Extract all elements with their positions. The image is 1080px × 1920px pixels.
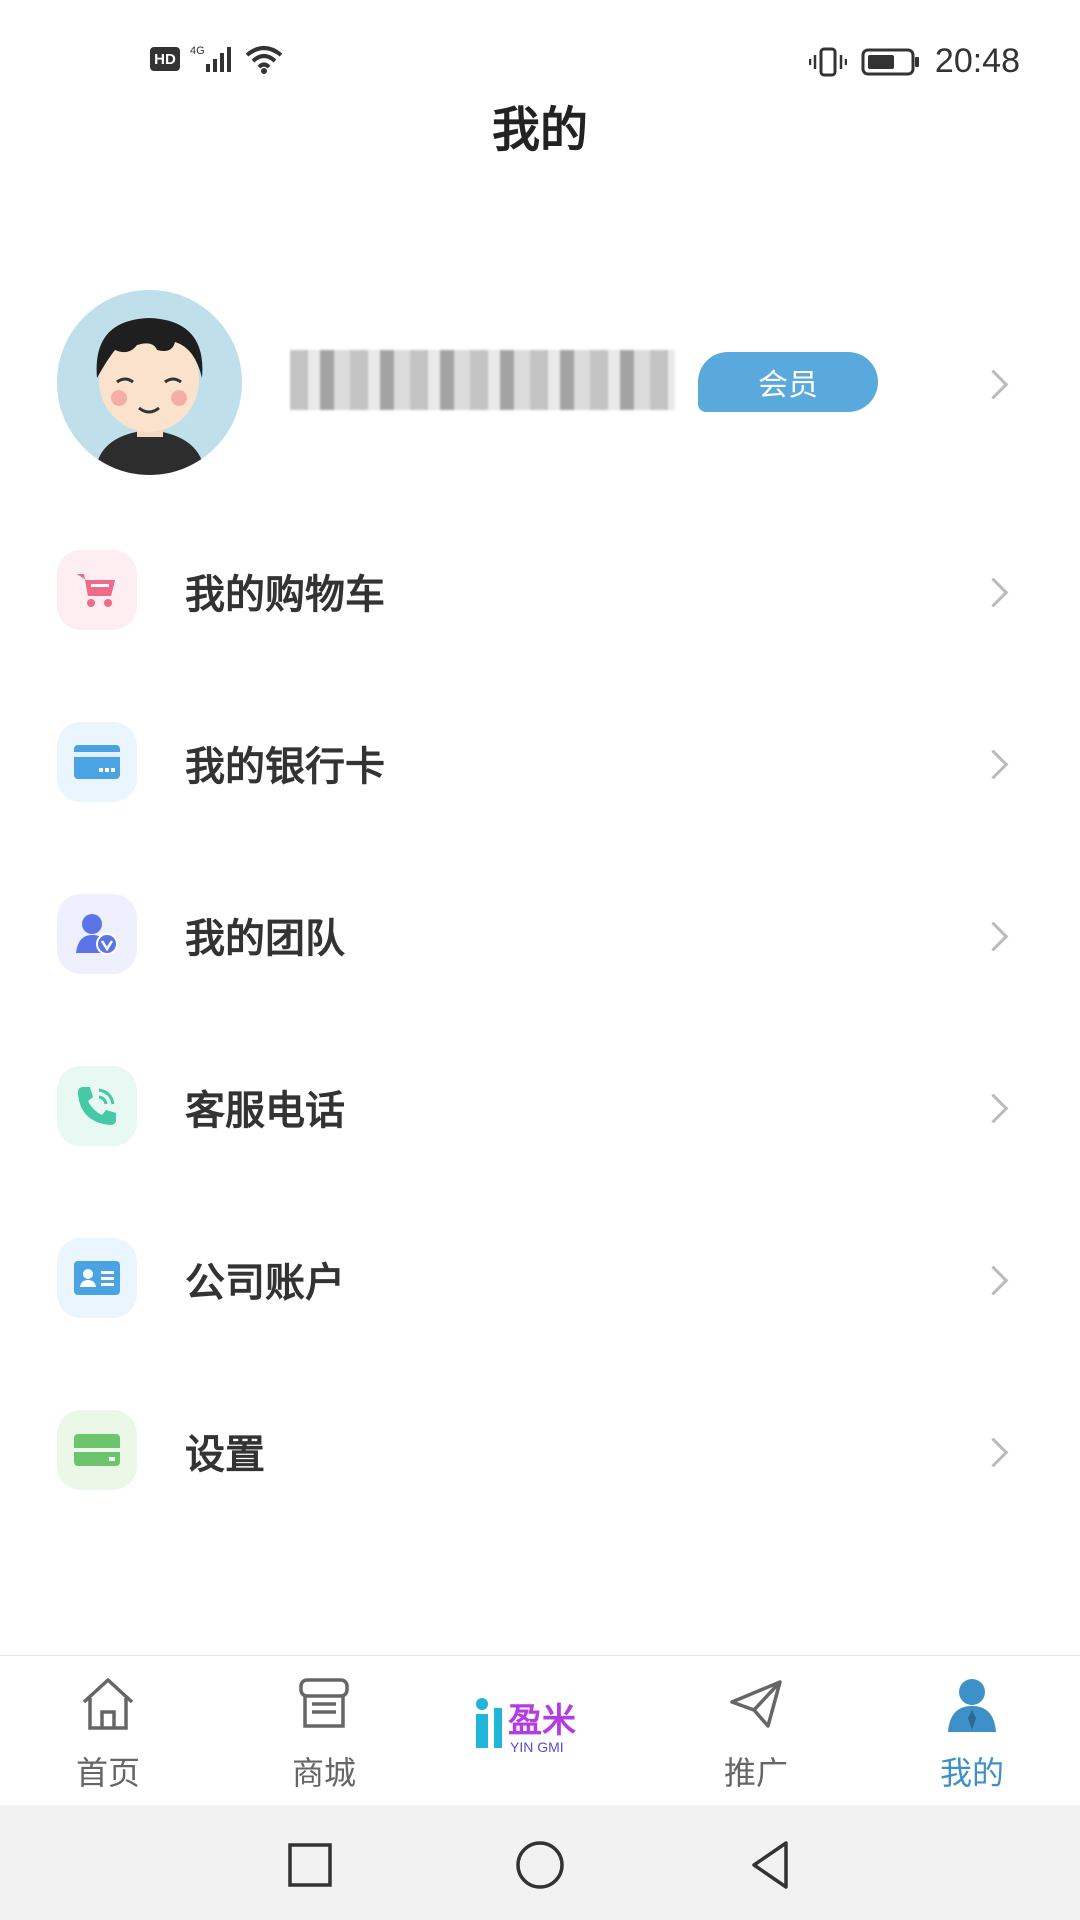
member-badge: 会员 [698, 352, 878, 412]
company-account-icon [74, 1261, 120, 1295]
phone-icon-box [57, 1066, 137, 1146]
tab-promote[interactable]: 推广 [648, 1656, 864, 1806]
menu-label: 我的银行卡 [185, 744, 385, 790]
team-icon-box [57, 894, 137, 974]
hd-badge: HD [150, 47, 180, 71]
home-icon [82, 1678, 134, 1730]
chevron-right-icon [978, 1093, 1009, 1124]
home-circle-icon[interactable] [510, 1835, 570, 1895]
yinmi-logo: 盈米 YIN GMI [476, 1698, 576, 1755]
profile-row[interactable]: 会员 [0, 290, 1080, 475]
menu-item-company-account[interactable]: 公司账户 [0, 1228, 1080, 1400]
clock: 20:48 [934, 42, 1020, 80]
menu-item-cart[interactable]: 我的购物车 [0, 540, 1080, 712]
menu-item-team[interactable]: 我的团队 [0, 884, 1080, 1056]
tab-label: 我的 [939, 1754, 1004, 1792]
system-nav-bar [0, 1805, 1080, 1920]
settings-icon [74, 1434, 120, 1466]
wifi-icon [245, 46, 283, 74]
cart-icon-box [57, 550, 137, 630]
username-redacted [290, 350, 675, 410]
avatar[interactable] [57, 290, 242, 475]
tab-yinmi-logo[interactable]: 盈米 YIN GMI [432, 1656, 648, 1806]
menu-label: 客服电话 [185, 1088, 345, 1134]
menu-list: 我的购物车 我的银行卡 我的团队 客服电话 公司账户 设置 [0, 540, 1080, 1572]
chevron-right-icon [978, 749, 1009, 780]
menu-label: 设置 [185, 1432, 265, 1478]
menu-item-customer-service[interactable]: 客服电话 [0, 1056, 1080, 1228]
menu-label: 我的团队 [185, 916, 345, 962]
chevron-right-icon [978, 1265, 1009, 1296]
chevron-right-icon [978, 577, 1009, 608]
svg-text:4G: 4G [190, 45, 205, 57]
user-icon [948, 1679, 996, 1732]
bank-card-icon-box [57, 722, 137, 802]
menu-label: 我的购物车 [185, 572, 385, 618]
tab-label: 首页 [75, 1754, 140, 1792]
company-account-icon-box [57, 1238, 137, 1318]
svg-text:盈米: 盈米 [508, 1701, 576, 1741]
page-title: 我的 [491, 102, 588, 158]
chevron-right-icon [978, 1437, 1009, 1468]
status-left: HD 4G [150, 44, 284, 74]
vibrate-icon [808, 47, 847, 76]
settings-icon-box [57, 1410, 137, 1490]
avatar-image [57, 290, 242, 475]
menu-label: 公司账户 [185, 1260, 345, 1306]
store-icon [299, 1678, 349, 1728]
team-icon [76, 914, 118, 955]
paper-plane-icon [730, 1680, 782, 1728]
tab-store[interactable]: 商城 [216, 1656, 432, 1806]
status-bar: HD 4G 20:48 [0, 0, 1080, 100]
tab-mine[interactable]: 我的 [864, 1656, 1080, 1806]
tab-label: 商城 [291, 1754, 356, 1792]
chevron-right-icon [978, 369, 1009, 400]
tab-home[interactable]: 首页 [0, 1656, 216, 1806]
status-right: 20:48 [808, 42, 1020, 81]
phone-icon [78, 1087, 116, 1125]
signal-icon: 4G [190, 45, 231, 72]
menu-item-settings[interactable]: 设置 [0, 1400, 1080, 1572]
battery-icon [861, 48, 919, 75]
chevron-right-icon [978, 921, 1009, 952]
bank-card-icon [74, 745, 120, 779]
recent-apps-icon[interactable] [280, 1835, 340, 1895]
back-icon[interactable] [740, 1835, 800, 1895]
menu-item-bank-card[interactable]: 我的银行卡 [0, 712, 1080, 884]
tab-label: 推广 [723, 1754, 788, 1792]
svg-text:YIN GMI: YIN GMI [510, 1739, 564, 1755]
bottom-tab-bar: 首页 商城 盈米 YIN GMI 推广 我的 [0, 1655, 1080, 1806]
cart-icon [77, 574, 115, 607]
